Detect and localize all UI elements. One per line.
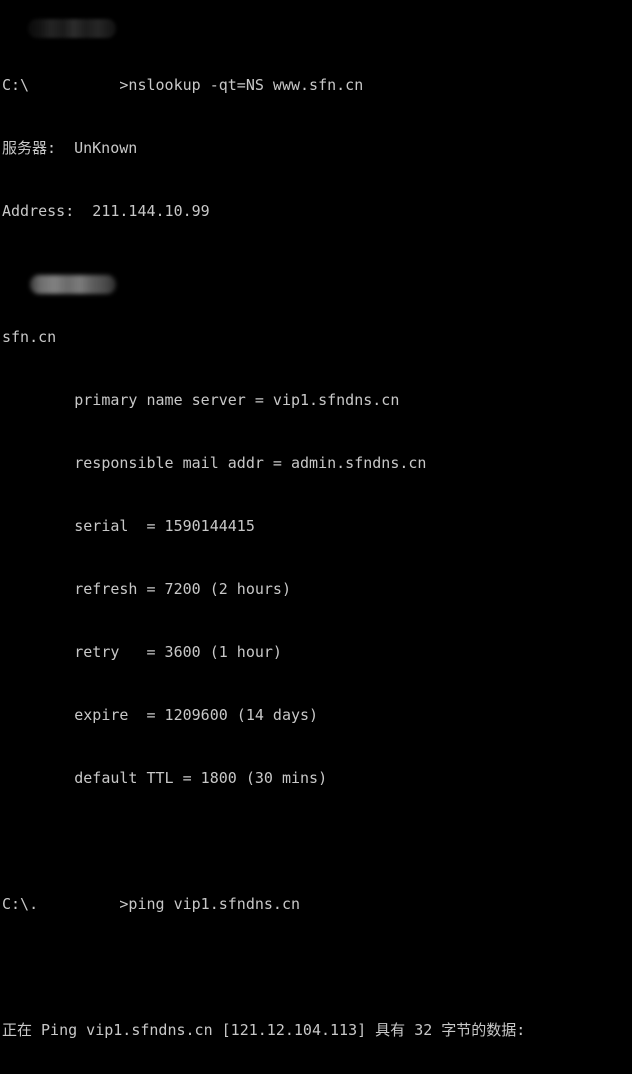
- terminal-line-zone-name: sfn.cn: [2, 328, 57, 346]
- terminal-line-soa-responsible: responsible mail addr = admin.sfndns.cn: [2, 454, 427, 472]
- redaction-overlay-nslookup-path: [28, 19, 116, 38]
- terminal-line-server-name: 服务器: UnKnown: [2, 139, 138, 157]
- terminal-line-soa-expire: expire = 1209600 (14 days): [2, 706, 319, 724]
- terminal-line-soa-serial: serial = 1590144415: [2, 517, 255, 535]
- terminal-output-area[interactable]: C:\ >nslookup -qt=NS www.sfn.cn 服务器: UnK…: [0, 0, 632, 1039]
- terminal-line-soa-retry: retry = 3600 (1 hour): [2, 643, 282, 661]
- redaction-overlay-ping-path: [30, 275, 116, 294]
- terminal-line-soa-primary: primary name server = vip1.sfndns.cn: [2, 391, 400, 409]
- terminal-line-blank-3: [2, 957, 632, 978]
- terminal-line-server-address: Address: 211.144.10.99: [2, 202, 210, 220]
- terminal-line-soa-refresh: refresh = 7200 (2 hours): [2, 580, 291, 598]
- terminal-line-ping-header: 正在 Ping vip1.sfndns.cn [121.12.104.113] …: [2, 1021, 526, 1039]
- terminal-line-prompt-nslookup: C:\ >nslookup -qt=NS www.sfn.cn: [2, 76, 364, 94]
- terminal-line-soa-default-ttl: default TTL = 1800 (30 mins): [2, 769, 328, 787]
- terminal-line-blank-2: [2, 831, 632, 852]
- terminal-line-prompt-ping: C:\. >ping vip1.sfndns.cn: [2, 895, 301, 913]
